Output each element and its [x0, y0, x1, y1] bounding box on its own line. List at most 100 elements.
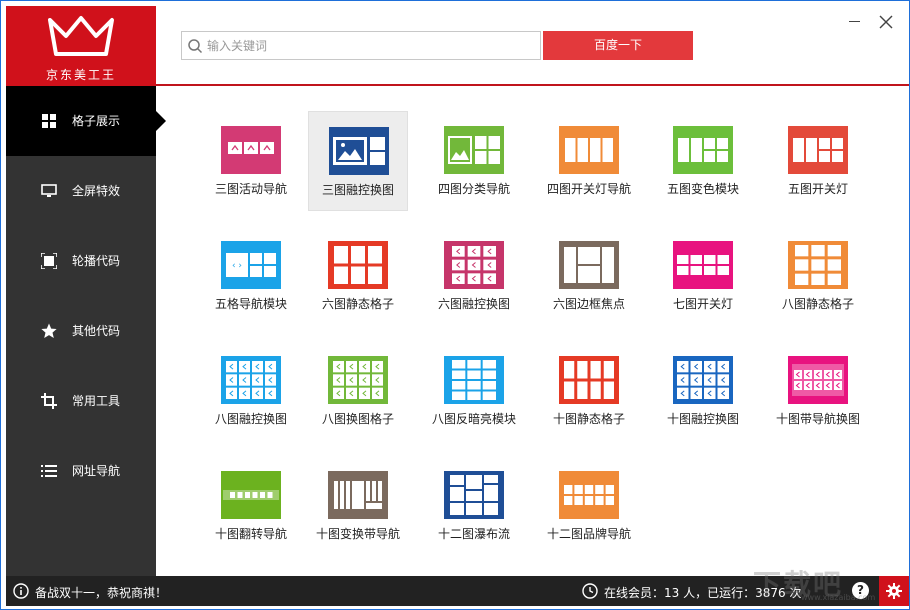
watermark-url: www.xiazaiba.com — [801, 593, 876, 602]
search-input[interactable] — [207, 34, 532, 57]
svg-text:‹ ›: ‹ › — [232, 261, 242, 271]
template-label: 四图分类导航 — [437, 182, 510, 196]
template-label: 十二图瀑布流 — [437, 527, 510, 541]
clock-icon — [582, 583, 598, 599]
header-divider — [156, 84, 909, 86]
template-label: 十图翻转导航 — [214, 527, 287, 541]
template-label: 十图静态格子 — [552, 412, 625, 426]
template-tile[interactable]: ‹ › 五格导航模块 — [201, 226, 301, 326]
sidebar-item-url-nav[interactable]: 网址导航 — [6, 436, 156, 506]
template-label: 八图静态格子 — [781, 297, 854, 311]
template-tile[interactable]: 十图带导航换图 — [768, 341, 868, 441]
template-thumbnail-icon — [673, 241, 733, 289]
template-tile[interactable]: 八图换图格子 — [308, 341, 408, 441]
template-tile[interactable]: 十二图品牌导航 — [539, 456, 639, 556]
info-icon — [13, 583, 29, 599]
template-thumbnail-icon — [221, 471, 281, 519]
template-thumbnail-icon — [444, 241, 504, 289]
template-label: 七图开关灯 — [672, 297, 733, 311]
template-tile[interactable]: 五图变色模块 — [653, 111, 753, 211]
sidebar-item-label: 网址导航 — [72, 464, 121, 478]
template-thumbnail-icon — [444, 126, 504, 174]
template-thumbnail-icon — [559, 471, 619, 519]
sidebar-item-label: 格子展示 — [72, 114, 121, 128]
template-thumbnail-icon — [788, 241, 848, 289]
grid-icon — [41, 113, 57, 129]
sidebar-item-tools[interactable]: 常用工具 — [6, 366, 156, 436]
template-label: 三图融控换图 — [321, 183, 394, 197]
template-thumbnail-icon — [328, 241, 388, 289]
template-tile[interactable]: 六图边框焦点 — [539, 226, 639, 326]
template-thumbnail-icon — [328, 471, 388, 519]
app-logo: 京东美工王 — [6, 6, 156, 86]
template-thumbnail-icon — [788, 126, 848, 174]
template-label: 六图融控换图 — [437, 297, 510, 311]
template-label: 六图静态格子 — [321, 297, 394, 311]
template-tile[interactable]: 十图变换带导航 — [308, 456, 408, 556]
template-label: 八图换图格子 — [321, 412, 394, 426]
template-tile[interactable]: 八图融控换图 — [201, 341, 301, 441]
template-tile[interactable]: 三图活动导航 — [201, 111, 301, 211]
template-label: 十图融控换图 — [666, 412, 739, 426]
crown-icon — [48, 16, 114, 56]
gear-icon — [886, 583, 902, 599]
template-label: 三图活动导航 — [214, 182, 287, 196]
template-thumbnail-icon — [444, 471, 504, 519]
template-thumbnail-icon: ‹ › — [221, 241, 281, 289]
template-thumbnail-icon — [673, 126, 733, 174]
template-tile[interactable]: 十图静态格子 — [539, 341, 639, 441]
settings-button[interactable] — [879, 576, 909, 606]
template-tile[interactable]: 七图开关灯 — [653, 226, 753, 326]
sidebar: 格子展示 全屏特效 轮播代码 其他代码 常用工具 网址导航 — [6, 86, 166, 576]
template-tile[interactable]: 四图分类导航 — [424, 111, 524, 211]
sidebar-item-label: 全屏特效 — [72, 184, 121, 198]
template-tile[interactable]: 六图融控换图 — [424, 226, 524, 326]
template-label: 五图变色模块 — [666, 182, 739, 196]
carousel-icon — [41, 253, 57, 269]
search-box[interactable] — [181, 31, 541, 60]
app-window: 京东美工王 百度一下 格子展示 全屏特效 — [0, 0, 910, 610]
template-label: 十图带导航换图 — [775, 412, 860, 426]
template-thumbnail-icon — [221, 126, 281, 174]
search-button[interactable]: 百度一下 — [543, 31, 693, 60]
sidebar-item-fullscreen[interactable]: 全屏特效 — [6, 156, 156, 226]
template-tile[interactable]: 四图开关灯导航 — [539, 111, 639, 211]
sidebar-item-grid[interactable]: 格子展示 — [6, 86, 166, 156]
template-thumbnail-icon — [559, 241, 619, 289]
search-icon — [188, 39, 203, 54]
minimize-button[interactable] — [847, 11, 863, 27]
crop-icon — [41, 393, 57, 409]
list-icon — [41, 463, 57, 479]
template-label: 五格导航模块 — [214, 297, 287, 311]
template-grid: 三图活动导航 三图融控换图 四图分类导航 四图开关灯导航 五图变色模块 五图开关灯 ‹ › 五… — [156, 96, 906, 576]
template-tile[interactable]: 十二图瀑布流 — [424, 456, 524, 556]
sidebar-item-label: 其他代码 — [72, 324, 121, 338]
template-thumbnail-icon — [444, 356, 504, 404]
template-label: 十二图品牌导航 — [546, 527, 631, 541]
template-tile[interactable]: 六图静态格子 — [308, 226, 408, 326]
template-thumbnail-icon — [559, 126, 619, 174]
sidebar-item-carousel[interactable]: 轮播代码 — [6, 226, 156, 296]
template-label: 四图开关灯导航 — [546, 182, 631, 196]
template-thumbnail-icon — [673, 356, 733, 404]
sidebar-item-label: 常用工具 — [72, 394, 121, 408]
star-icon — [41, 323, 57, 339]
template-tile[interactable]: 十图融控换图 — [653, 341, 753, 441]
close-icon[interactable] — [878, 14, 894, 30]
template-thumbnail-icon — [559, 356, 619, 404]
status-notice: 备战双十一，恭祝商祺！ — [35, 586, 168, 600]
template-tile[interactable]: 十图翻转导航 — [201, 456, 301, 556]
template-tile[interactable]: 八图静态格子 — [768, 226, 868, 326]
template-label: 六图边框焦点 — [552, 297, 625, 311]
template-tile[interactable]: 三图融控换图 — [308, 111, 408, 211]
template-thumbnail-icon — [329, 127, 389, 175]
template-label: 十图变换带导航 — [315, 527, 400, 541]
template-tile[interactable]: 八图反暗亮模块 — [424, 341, 524, 441]
sidebar-item-other-code[interactable]: 其他代码 — [6, 296, 156, 366]
template-tile[interactable]: 五图开关灯 — [768, 111, 868, 211]
template-label: 五图开关灯 — [787, 182, 848, 196]
template-thumbnail-icon — [328, 356, 388, 404]
monitor-icon — [41, 183, 57, 199]
logo-text: 京东美工王 — [45, 68, 116, 82]
sidebar-item-label: 轮播代码 — [72, 254, 121, 268]
